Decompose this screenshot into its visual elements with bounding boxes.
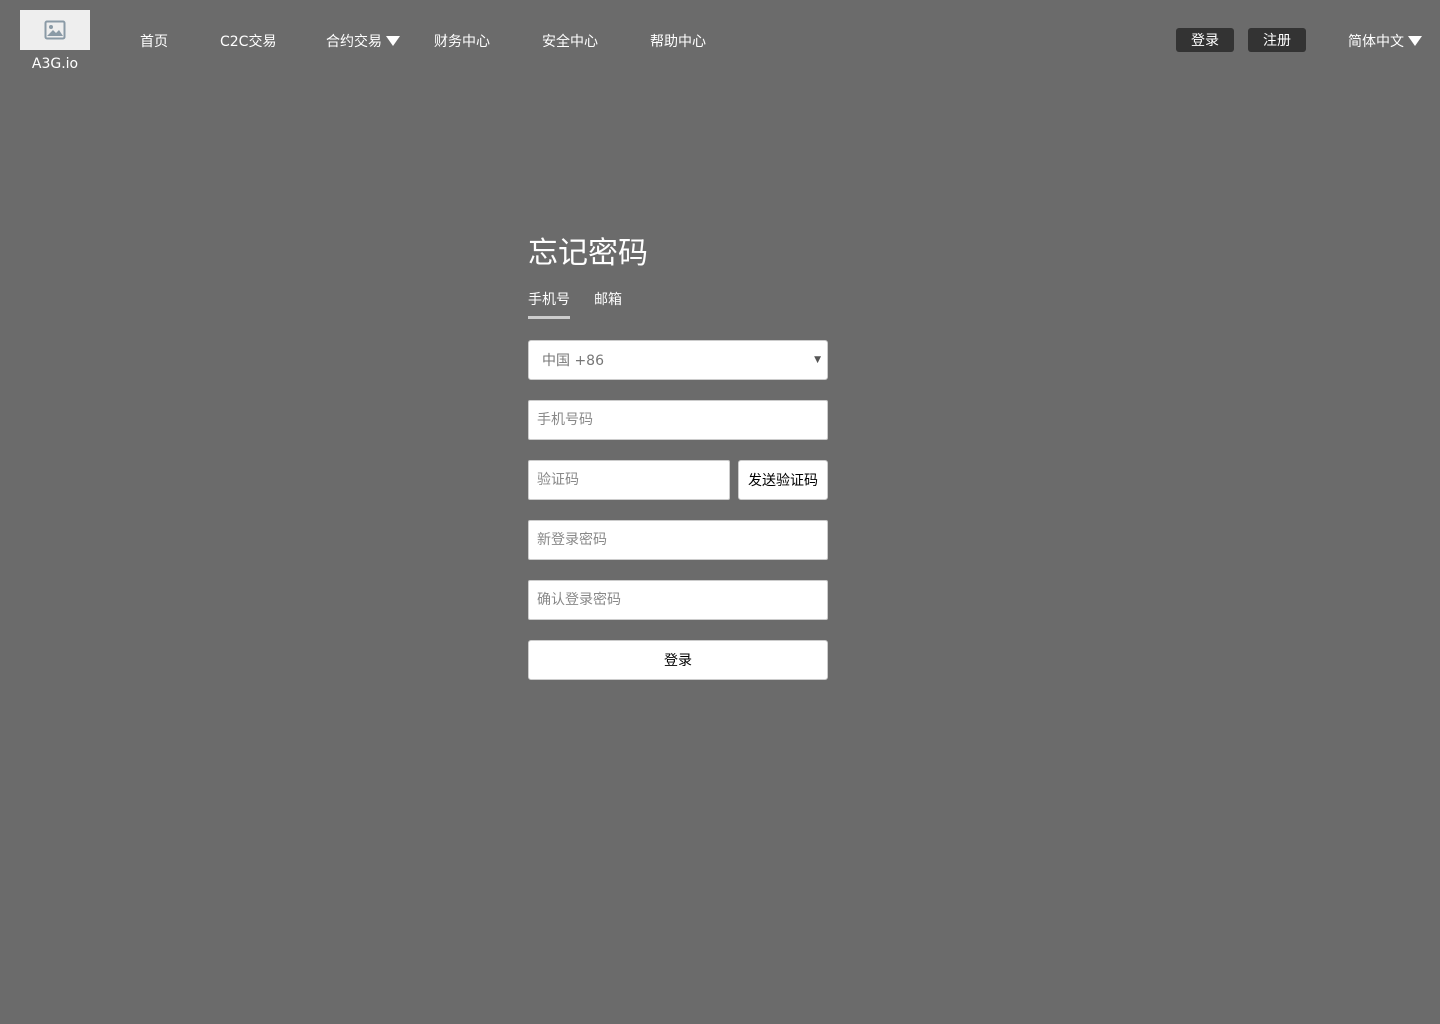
login-button[interactable]: 登录 bbox=[1176, 28, 1234, 52]
nav-c2c[interactable]: C2C交易 bbox=[220, 31, 276, 51]
language-label: 简体中文 bbox=[1348, 34, 1404, 50]
verification-code-input[interactable] bbox=[528, 460, 730, 500]
send-code-button[interactable]: 发送验证码 bbox=[738, 460, 828, 500]
phone-input[interactable] bbox=[528, 400, 828, 440]
nav-help-label: 帮助中心 bbox=[650, 34, 706, 50]
nav-finance-label: 财务中心 bbox=[434, 34, 490, 50]
caret-down-icon bbox=[1408, 36, 1422, 46]
top-navigation: A3G.io 首页 C2C交易 合约交易 财务中心 安全中心 帮助中心 登录 注… bbox=[0, 0, 1440, 80]
caret-down-icon bbox=[386, 36, 400, 46]
language-selector[interactable]: 简体中文 bbox=[1348, 31, 1422, 51]
verification-code-row: 发送验证码 bbox=[528, 460, 828, 500]
country-code-value: 中国 +86 bbox=[542, 353, 604, 369]
nav-security-label: 安全中心 bbox=[542, 34, 598, 50]
register-button[interactable]: 注册 bbox=[1248, 28, 1306, 52]
forgot-password-form: 忘记密码 手机号 邮箱 中国 +86 ▼ 发送验证码 登录 bbox=[528, 230, 828, 680]
nav-security[interactable]: 安全中心 bbox=[542, 31, 598, 51]
new-password-input[interactable] bbox=[528, 520, 828, 560]
tab-email[interactable]: 邮箱 bbox=[594, 290, 622, 319]
tab-bar: 手机号 邮箱 bbox=[528, 290, 828, 320]
confirm-password-input[interactable] bbox=[528, 580, 828, 620]
nav-home-label: 首页 bbox=[140, 34, 168, 50]
page-title: 忘记密码 bbox=[528, 236, 648, 271]
tab-phone[interactable]: 手机号 bbox=[528, 290, 570, 319]
submit-button[interactable]: 登录 bbox=[528, 640, 828, 680]
nav-finance[interactable]: 财务中心 bbox=[434, 31, 490, 51]
nav-contract[interactable]: 合约交易 bbox=[326, 31, 400, 51]
nav-home[interactable]: 首页 bbox=[140, 31, 168, 51]
nav-contract-label: 合约交易 bbox=[326, 34, 382, 50]
chevron-down-icon: ▼ bbox=[814, 355, 821, 365]
image-placeholder-icon bbox=[20, 10, 90, 50]
logo[interactable]: A3G.io bbox=[20, 10, 90, 72]
nav-help[interactable]: 帮助中心 bbox=[650, 31, 706, 51]
nav-c2c-label: C2C交易 bbox=[220, 34, 277, 50]
logo-text: A3G.io bbox=[31, 56, 79, 72]
country-code-select[interactable]: 中国 +86 ▼ bbox=[528, 340, 828, 380]
